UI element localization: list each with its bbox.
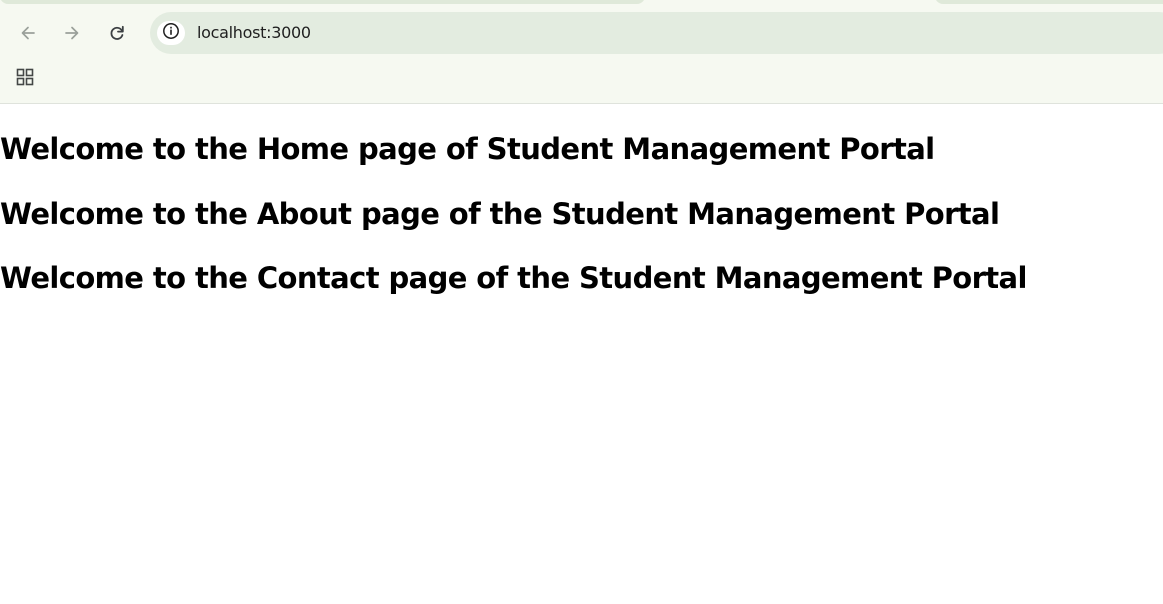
- reload-icon: [107, 23, 127, 43]
- apps-button[interactable]: [12, 66, 38, 92]
- forward-button[interactable]: [57, 18, 87, 48]
- reload-button[interactable]: [102, 18, 132, 48]
- back-button[interactable]: [13, 18, 43, 48]
- info-icon: [162, 22, 180, 45]
- arrow-left-icon: [18, 23, 38, 43]
- home-heading: Welcome to the Home page of Student Mana…: [0, 132, 935, 166]
- apps-grid-icon: [15, 67, 35, 92]
- site-info-button[interactable]: [157, 21, 185, 45]
- browser-tab[interactable]: [0, 0, 645, 4]
- contact-heading: Welcome to the Contact page of the Stude…: [0, 261, 1027, 295]
- browser-tab[interactable]: [935, 0, 1163, 4]
- browser-chrome: localhost:3000: [0, 0, 1163, 104]
- arrow-right-icon: [62, 23, 82, 43]
- url-text[interactable]: localhost:3000: [197, 24, 311, 42]
- address-bar[interactable]: localhost:3000: [150, 12, 1163, 54]
- tab-strip: [0, 0, 1163, 5]
- about-heading: Welcome to the About page of the Student…: [0, 197, 1000, 231]
